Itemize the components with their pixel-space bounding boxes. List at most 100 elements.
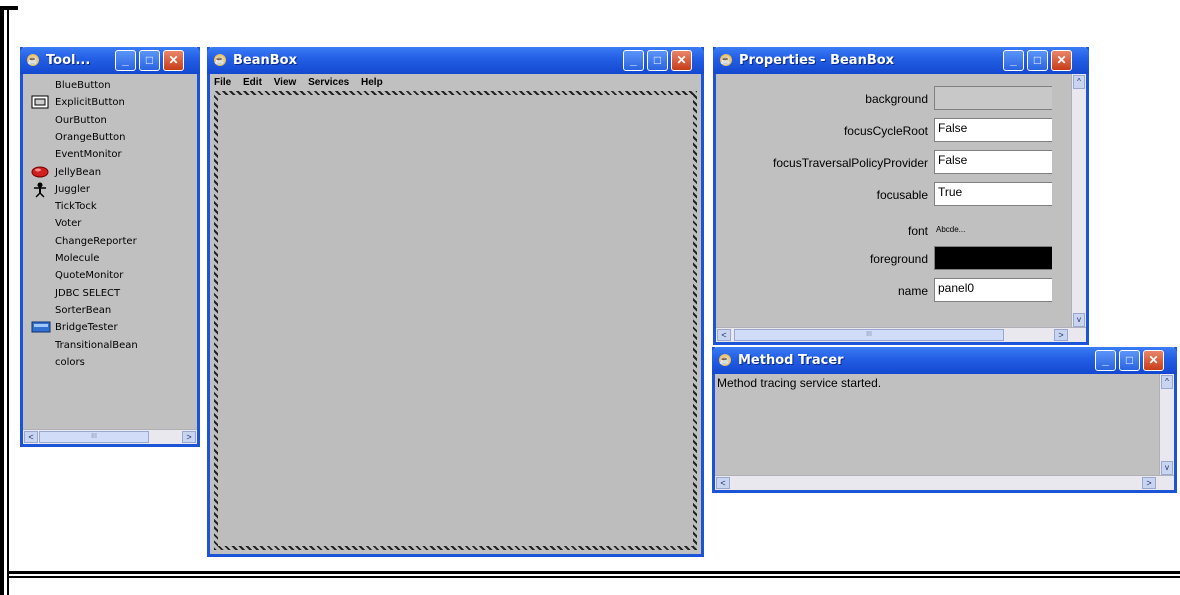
close-button[interactable]: ✕ [163, 50, 184, 71]
properties-title: Properties - BeanBox [739, 53, 895, 68]
color-swatch[interactable] [934, 246, 1052, 270]
minimize-button[interactable]: _ [115, 50, 136, 71]
beanbox-titlebar[interactable]: ☕ BeanBox _ □ ✕ [207, 47, 704, 74]
toolbox-item-label: ExplicitButton [55, 97, 125, 109]
page-frame-left [0, 6, 4, 595]
property-value-field[interactable]: True [934, 182, 1052, 206]
properties-vscrollbar[interactable]: ^ v [1071, 74, 1086, 328]
toolbox-item-label: JellyBean [55, 166, 102, 178]
property-label: name [897, 284, 928, 298]
scroll-left-button[interactable]: < [716, 477, 730, 489]
property-label: focusTraversalPolicyProvider [773, 156, 928, 170]
property-row: foreground [716, 246, 1052, 270]
property-row: name panel0 [716, 278, 1052, 302]
scroll-left-button[interactable]: < [24, 431, 38, 443]
scroll-thumb[interactable]: III [734, 329, 1004, 341]
toolbox-item-label: Molecule [55, 253, 100, 264]
property-label: font [907, 224, 928, 238]
scroll-down-button[interactable]: v [1161, 461, 1173, 475]
beanbox-content: File Edit View Services Help [210, 74, 701, 554]
toolbox-hscrollbar[interactable]: < III > [23, 429, 197, 444]
bean-design-canvas[interactable] [214, 91, 697, 550]
toolbox-item-label: Voter [55, 218, 82, 230]
menu-view[interactable]: View [274, 77, 297, 88]
minimize-button[interactable]: _ [623, 50, 644, 71]
scroll-right-button[interactable]: > [1054, 329, 1068, 341]
toolbox-item-label: OrangeButton [55, 131, 126, 143]
property-row: focusTraversalPolicyProvider False [716, 150, 1052, 174]
close-button[interactable]: ✕ [1051, 50, 1072, 71]
scroll-up-button[interactable]: ^ [1073, 75, 1085, 89]
java-app-icon: ☕ [214, 54, 226, 66]
property-row: font Abcde... [716, 218, 1052, 242]
maximize-button[interactable]: □ [1119, 350, 1140, 371]
property-row: focusable True [716, 182, 1052, 206]
toolbox-item-label: ChangeReporter [55, 235, 137, 247]
method-tracer-title: Method Tracer [738, 353, 844, 368]
properties-window: ☕ Properties - BeanBox _ □ ✕ background f… [713, 47, 1089, 345]
jellybean-icon [31, 165, 49, 179]
toolbox-window: ☕ Tool... _ □ ✕ BlueButton ExplicitButton… [20, 47, 200, 447]
beanbox-title: BeanBox [233, 53, 297, 68]
toolbox-item-label: TransitionalBean [55, 339, 138, 351]
toolbox-titlebar[interactable]: ☕ Tool... _ □ ✕ [20, 47, 200, 74]
toolbox-item-label: Juggler [55, 183, 91, 195]
scroll-up-button[interactable]: ^ [1161, 375, 1173, 389]
maximize-button[interactable]: □ [647, 50, 668, 71]
properties-titlebar[interactable]: ☕ Properties - BeanBox _ □ ✕ [713, 47, 1089, 74]
property-value-field[interactable]: False [934, 118, 1052, 142]
scroll-right-button[interactable]: > [1142, 477, 1156, 489]
beanbox-window: ☕ BeanBox _ □ ✕ File Edit View Services … [207, 47, 704, 557]
property-label: focusable [876, 188, 928, 202]
close-button[interactable]: ✕ [1143, 350, 1164, 371]
toolbox-item-label: BlueButton [55, 80, 111, 91]
color-swatch[interactable] [934, 86, 1052, 110]
property-label: focusCycleRoot [843, 124, 928, 138]
toolbox-item-label: QuoteMonitor [55, 270, 124, 282]
property-value-field[interactable]: False [934, 150, 1052, 174]
toolbox-item-label: TickTock [55, 201, 97, 213]
tracer-hscrollbar[interactable]: < > [715, 475, 1174, 490]
scroll-left-button[interactable]: < [717, 329, 731, 341]
property-row: background [716, 86, 1052, 110]
close-button[interactable]: ✕ [671, 50, 692, 71]
bridge-icon [31, 320, 51, 334]
tracer-vscrollbar[interactable]: ^ v [1159, 374, 1174, 476]
juggler-icon [31, 182, 49, 198]
scroll-down-button[interactable]: v [1073, 313, 1085, 327]
minimize-button[interactable]: _ [1095, 350, 1116, 371]
method-tracer-window: ☕ Method Tracer _ □ ✕ Method tracing ser… [712, 347, 1177, 493]
tracer-log-text: Method tracing service started. [717, 376, 882, 390]
maximize-button[interactable]: □ [139, 50, 160, 71]
toolbox-title: Tool... [46, 53, 91, 68]
font-value[interactable]: Abcde... [936, 225, 965, 234]
minimize-button[interactable]: _ [1003, 50, 1024, 71]
properties-sheet: background focusCycleRoot False focusTraver… [716, 74, 1069, 328]
menu-help[interactable]: Help [361, 77, 383, 88]
page-frame-left-inner [7, 6, 9, 595]
maximize-button[interactable]: □ [1027, 50, 1048, 71]
menu-services[interactable]: Services [308, 77, 349, 88]
property-value-field[interactable]: panel0 [934, 278, 1052, 302]
toolbox-item-label: OurButton [55, 114, 107, 126]
java-app-icon: ☕ [27, 54, 39, 66]
toolbox-list: BlueButton ExplicitButton OurButton OrangeB… [23, 74, 197, 444]
menu-edit[interactable]: Edit [243, 77, 262, 88]
scroll-thumb[interactable]: III [39, 431, 149, 443]
property-label: background [865, 92, 928, 106]
menu-file[interactable]: File [214, 77, 231, 88]
scroll-right-button[interactable]: > [182, 431, 196, 443]
property-row: focusCycleRoot False [716, 118, 1052, 142]
beanbox-menubar: File Edit View Services Help [214, 77, 392, 88]
method-tracer-titlebar[interactable]: ☕ Method Tracer _ □ ✕ [712, 347, 1177, 374]
property-label: foreground [869, 252, 928, 266]
method-tracer-log[interactable]: Method tracing service started. [715, 374, 1157, 476]
properties-hscrollbar[interactable]: < III > [716, 327, 1086, 342]
button-icon [31, 95, 49, 109]
toolbox-item-label: BridgeTester [55, 322, 118, 334]
toolbox-item-label: JDBC SELECT [55, 287, 121, 299]
page-rule-bottom [9, 571, 1180, 574]
toolbox-item-label: EventMonitor [55, 149, 122, 161]
toolbox-item-label: colors [55, 356, 85, 368]
java-app-icon: ☕ [719, 354, 731, 366]
